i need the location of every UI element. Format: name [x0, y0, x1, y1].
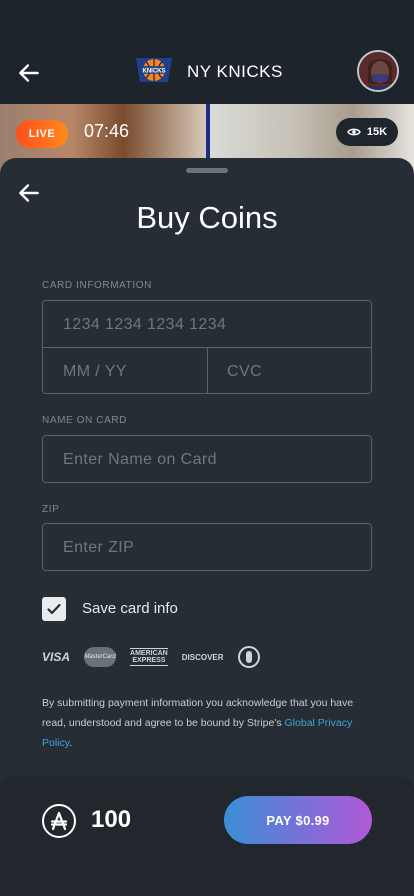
card-brands-row: VISA MasterCard AMERICAN EXPRESS DISCOVER [42, 646, 260, 668]
card-info-group: 1234 1234 1234 1234 MM / YY CVC [42, 300, 372, 394]
name-on-card-placeholder: Enter Name on Card [63, 451, 217, 468]
coin-icon [42, 804, 76, 838]
pay-button[interactable]: PAY $0.99 [224, 796, 372, 844]
sheet-title: Buy Coins [136, 200, 278, 235]
discover-logo-icon: DISCOVER [181, 652, 224, 662]
svg-text:KNICKS: KNICKS [142, 69, 165, 75]
diners-club-logo-icon [237, 646, 260, 668]
visa-logo-icon: VISA [42, 650, 71, 664]
name-on-card-label: NAME ON CARD [42, 415, 127, 426]
amex-logo-icon: AMERICAN EXPRESS [130, 648, 168, 666]
zip-field[interactable]: Enter ZIP [42, 523, 372, 571]
app-root: KNICKS NY KNICKS LIVE 07:46 15K Buy Coin… [0, 0, 414, 896]
card-number-input[interactable]: 1234 1234 1234 1234 [63, 316, 226, 334]
viewer-count: 15K [366, 126, 388, 138]
save-card-checkbox[interactable] [42, 597, 66, 621]
mastercard-logo-icon: MasterCard [84, 647, 117, 667]
top-bar: KNICKS NY KNICKS [0, 0, 414, 104]
name-on-card-field[interactable]: Enter Name on Card [42, 435, 372, 483]
team-name: NY KNICKS [187, 62, 283, 81]
live-badge: LIVE [16, 120, 68, 148]
zip-placeholder: Enter ZIP [63, 539, 135, 556]
drag-handle[interactable] [186, 168, 228, 173]
divider [207, 347, 208, 394]
knicks-logo-icon: KNICKS [136, 58, 172, 82]
avatar-image [359, 52, 397, 90]
zip-label: ZIP [42, 504, 60, 515]
avatar[interactable] [357, 50, 399, 92]
legal-notice: By submitting payment information you ac… [42, 693, 378, 753]
viewer-count-badge: 15K [336, 118, 398, 146]
card-info-label: CARD INFORMATION [42, 280, 152, 291]
legal-end: . [69, 737, 73, 749]
checkmark-icon [47, 603, 61, 615]
cvc-input[interactable]: CVC [227, 363, 262, 381]
elapsed-time: 07:46 [84, 121, 130, 141]
save-card-label[interactable]: Save card info [82, 600, 178, 617]
coin-glyph-icon [50, 811, 68, 831]
coin-balance: 100 [91, 806, 132, 833]
expiry-input[interactable]: MM / YY [63, 363, 127, 381]
purchase-bar: 100 PAY $0.99 [0, 776, 414, 896]
eye-icon [347, 128, 361, 136]
arrow-left-icon[interactable] [16, 60, 42, 86]
